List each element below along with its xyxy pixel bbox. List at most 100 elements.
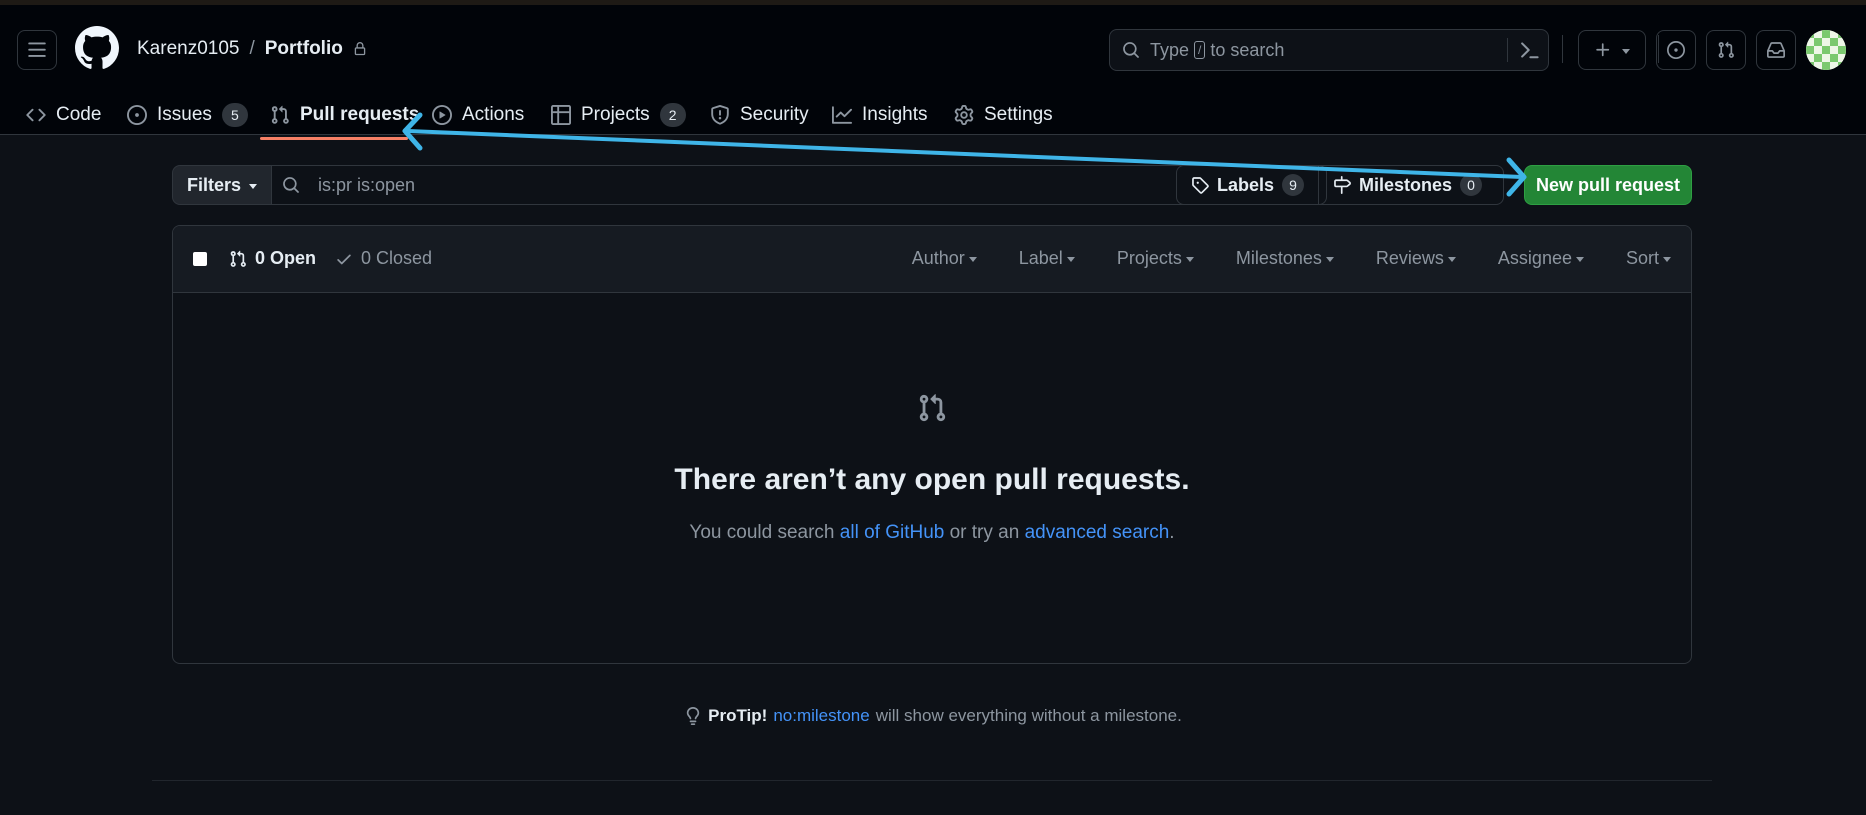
header-divider — [1562, 35, 1563, 63]
chevron-down-icon — [1185, 257, 1194, 262]
tab-label: Security — [740, 104, 809, 125]
blankslate-text: . — [1169, 522, 1175, 543]
breadcrumb-repo-link[interactable]: Portfolio — [265, 38, 343, 60]
tab-label: Pull requests — [300, 104, 420, 125]
blankslate-description: You could search all of GitHub or try an… — [173, 522, 1691, 544]
label-filter-dropdown[interactable]: Label — [1019, 248, 1075, 269]
filters-dropdown-button[interactable]: Filters — [172, 165, 272, 205]
tab-label: Projects — [581, 104, 650, 125]
inbox-icon — [1767, 41, 1785, 59]
git-pull-request-icon — [917, 393, 947, 423]
blankslate-text: or try an — [944, 522, 1025, 543]
milestones-filter-dropdown[interactable]: Milestones — [1236, 248, 1334, 269]
command-palette-icon[interactable] — [1518, 39, 1540, 61]
pr-search-query: is:pr is:open — [318, 174, 416, 195]
table-icon — [551, 105, 571, 125]
protip-label: ProTip! — [708, 706, 768, 725]
labels-link[interactable]: Labels 9 — [1177, 166, 1318, 204]
search-placeholder-suffix: to search — [1210, 39, 1285, 60]
global-search-input[interactable]: Type / to search — [1109, 29, 1549, 71]
tab-label: Issues — [157, 104, 212, 125]
pull-request-list: 0 Open 0 Closed Author Label Projects Mi… — [172, 225, 1692, 664]
open-filter-link[interactable]: 0 Open — [229, 248, 316, 269]
pr-search-input[interactable]: is:pr is:open — [271, 165, 1327, 205]
chevron-down-icon — [1325, 257, 1334, 262]
tab-security[interactable]: Security — [710, 90, 809, 140]
footer-divider — [152, 780, 1712, 781]
milestones-label: Milestones — [1359, 174, 1453, 195]
breadcrumb: Karenz0105 / Portfolio — [137, 38, 367, 60]
labels-label: Labels — [1217, 174, 1275, 195]
labels-count-badge: 9 — [1282, 174, 1305, 196]
sorter-label: Label — [1018, 248, 1063, 268]
github-logo-icon[interactable] — [75, 26, 119, 70]
repo-nav-tabs: Code Issues 5 Pull requests Actions Proj… — [0, 90, 1866, 140]
chevron-down-icon — [1663, 257, 1671, 262]
active-tab-indicator — [260, 137, 408, 140]
light-bulb-icon — [684, 707, 702, 725]
milestones-count-badge: 0 — [1460, 174, 1483, 196]
list-sorters: Author Label Projects Milestones Reviews… — [912, 248, 1671, 269]
search-divider — [1507, 38, 1508, 62]
tab-issues[interactable]: Issues 5 — [127, 90, 248, 140]
search-icon — [1122, 41, 1140, 59]
tab-code[interactable]: Code — [26, 90, 101, 140]
no-milestone-link[interactable]: no:milestone — [773, 706, 869, 726]
protip: ProTip! no:milestone will show everythin… — [0, 706, 1866, 726]
milestone-icon — [1333, 176, 1351, 194]
git-pull-request-icon — [270, 105, 290, 125]
tab-pull-requests[interactable]: Pull requests — [270, 90, 419, 140]
search-icon — [282, 176, 300, 194]
tab-projects[interactable]: Projects 2 — [551, 90, 686, 140]
git-pull-request-icon — [229, 250, 247, 268]
labels-milestones-group: Labels 9 Milestones 0 — [1176, 165, 1504, 205]
tab-settings[interactable]: Settings — [954, 90, 1053, 140]
blankslate-text: You could search — [689, 522, 840, 543]
pr-filter-bar: Filters is:pr is:open Labels 9 Milestone… — [172, 165, 1692, 205]
lock-icon — [353, 41, 367, 57]
chevron-down-icon — [1066, 257, 1075, 262]
graph-icon — [832, 105, 852, 125]
menu-button[interactable] — [17, 30, 57, 70]
breadcrumb-separator: / — [249, 38, 255, 59]
create-new-button[interactable] — [1578, 30, 1646, 70]
top-bar: Karenz0105 / Portfolio Type / to search — [0, 5, 1866, 90]
sorter-label: Assignee — [1497, 248, 1572, 268]
advanced-search-link[interactable]: advanced search — [1025, 522, 1170, 543]
assignee-filter-dropdown[interactable]: Assignee — [1498, 248, 1584, 269]
new-pull-request-button[interactable]: New pull request — [1524, 165, 1692, 205]
chevron-down-icon — [1622, 48, 1630, 54]
search-placeholder-prefix: Type — [1150, 39, 1190, 60]
issues-count-badge: 5 — [221, 103, 248, 127]
tab-actions[interactable]: Actions — [432, 90, 524, 140]
projects-count-badge: 2 — [659, 103, 686, 127]
search-shortcut-key: / — [1194, 41, 1206, 59]
open-count-label: 0 Open — [255, 248, 317, 268]
tab-label: Code — [56, 104, 102, 125]
chevron-down-icon — [1575, 257, 1584, 262]
tab-insights[interactable]: Insights — [832, 90, 927, 140]
sorter-label: Author — [911, 248, 965, 268]
issue-opened-icon — [127, 105, 147, 125]
issues-button[interactable] — [1656, 30, 1696, 70]
tab-label: Settings — [984, 104, 1053, 125]
user-avatar[interactable] — [1806, 30, 1846, 70]
chevron-down-icon — [249, 183, 258, 189]
inbox-button[interactable] — [1756, 30, 1796, 70]
closed-filter-link[interactable]: 0 Closed — [335, 248, 432, 269]
projects-filter-dropdown[interactable]: Projects — [1117, 248, 1194, 269]
hamburger-icon — [27, 40, 47, 60]
author-filter-dropdown[interactable]: Author — [912, 248, 977, 269]
shield-icon — [710, 105, 730, 125]
reviews-filter-dropdown[interactable]: Reviews — [1376, 248, 1456, 269]
select-all-checkbox[interactable] — [193, 252, 207, 266]
breadcrumb-owner-link[interactable]: Karenz0105 — [137, 38, 239, 60]
sort-dropdown[interactable]: Sort — [1626, 248, 1671, 269]
filters-label: Filters — [186, 174, 242, 195]
plus-icon — [1594, 41, 1612, 59]
chevron-down-icon — [1447, 257, 1456, 262]
pull-requests-button[interactable] — [1706, 30, 1746, 70]
milestones-link[interactable]: Milestones 0 — [1318, 166, 1496, 204]
app-header: Karenz0105 / Portfolio Type / to search — [0, 0, 1866, 140]
all-of-github-link[interactable]: all of GitHub — [840, 522, 945, 543]
